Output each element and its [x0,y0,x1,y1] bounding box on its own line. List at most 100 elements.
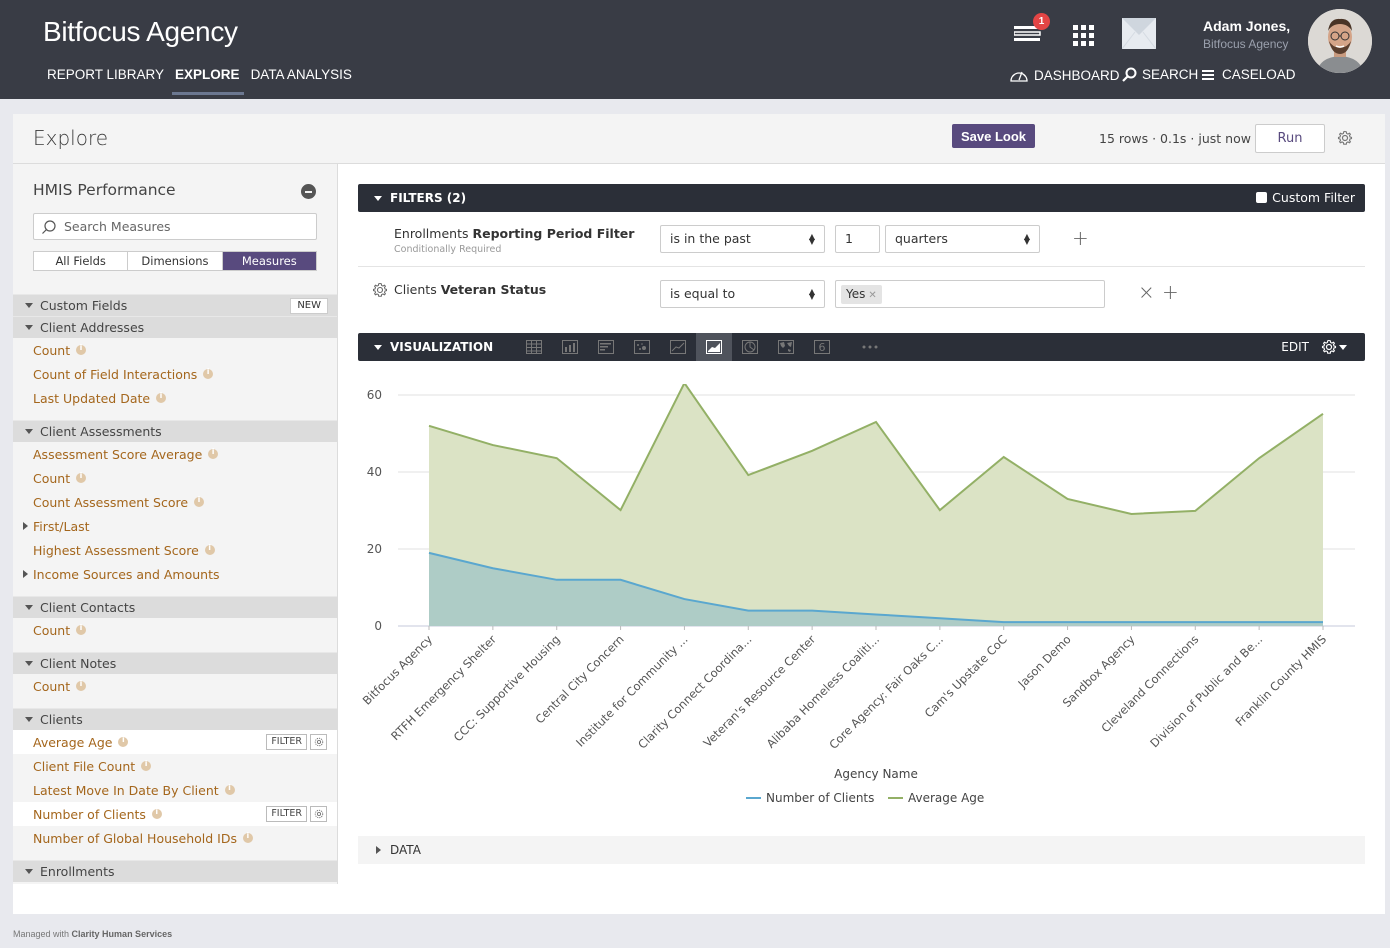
remove-chip-icon[interactable]: ✕ [868,290,876,301]
info-icon[interactable] [224,783,235,795]
nav-data-analysis[interactable]: DATA ANALYSIS [251,67,352,99]
legend-item[interactable]: Number of Clients [746,791,874,805]
group-clients[interactable]: Clients [13,708,337,730]
field-item[interactable]: Number of Global Household IDs [13,826,337,850]
user-avatar[interactable] [1308,9,1372,73]
filter-operator-select[interactable]: is in the past ▲ ▼ [660,225,825,253]
line-viz-icon[interactable] [660,333,696,361]
new-custom-field-button[interactable]: NEW [290,298,328,314]
search-measures-input[interactable] [33,213,317,240]
run-button[interactable]: Run [1255,124,1325,153]
field-item[interactable]: Client File Count [13,754,337,778]
custom-filter-toggle[interactable]: Custom Filter [1256,190,1355,205]
filter-by-field-button[interactable]: FILTER [266,734,307,750]
messages-button[interactable] [1121,18,1157,50]
tab-dimensions[interactable]: Dimensions [128,252,223,270]
visualization-section-header[interactable]: VISUALIZATION 6 EDIT [358,333,1365,361]
add-filter-condition-button[interactable]: + [1072,226,1089,250]
field-item[interactable]: Count [13,674,337,698]
area-viz-icon[interactable] [696,333,732,361]
x-tick-label: Institute for Community ... [573,632,690,749]
list-icon [1202,69,1214,80]
group-label: Client Notes [40,656,117,671]
field-item[interactable]: Latest Move In Date By Client [13,778,337,802]
data-section-header[interactable]: DATA [358,836,1365,864]
field-item[interactable]: Assessment Score Average [13,442,337,466]
scatter-viz-icon[interactable] [624,333,660,361]
table-viz-icon[interactable] [516,333,552,361]
filter-values-input[interactable]: Yes ✕ [835,280,1105,308]
field-item[interactable]: Count Assessment Score [13,490,337,514]
info-icon[interactable] [151,807,162,819]
user-name[interactable]: Adam Jones, [1203,18,1290,34]
field-group-income-sources[interactable]: Income Sources and Amounts [13,562,337,586]
field-options-button[interactable] [310,734,327,750]
group-client-contacts[interactable]: Client Contacts [13,596,337,618]
field-item-selected[interactable]: Number of Clients FILTER [13,802,337,826]
explore-settings-button[interactable] [1337,130,1353,150]
field-item[interactable]: Last Updated Date [13,386,337,410]
svg-text:6: 6 [819,341,826,354]
info-icon[interactable] [204,543,215,555]
field-item[interactable]: Count [13,338,337,362]
info-icon[interactable] [208,447,219,459]
info-icon[interactable] [76,679,87,691]
x-tick-label: Clarity Connect Coordina... [635,632,754,751]
pie-viz-icon[interactable] [732,333,768,361]
field-label: Last Updated Date [33,390,151,406]
group-client-assessments[interactable]: Client Assessments [13,420,337,442]
chart-legend: Number of Clients Average Age [746,791,984,805]
field-item[interactable]: Count [13,618,337,642]
single-value-viz-icon[interactable]: 6 [804,333,840,361]
field-item[interactable]: Count [13,466,337,490]
notifications-button[interactable]: 1 [1013,13,1050,46]
filter-view-name: Clients [394,282,437,297]
field-item[interactable]: Highest Assessment Score [13,538,337,562]
info-icon[interactable] [118,735,129,747]
group-enrollments[interactable]: Enrollments [13,860,337,882]
info-icon[interactable] [141,759,152,771]
save-look-button[interactable]: Save Look [952,124,1035,148]
info-icon[interactable] [194,495,205,507]
edit-visualization-button[interactable]: EDIT [1281,340,1309,354]
info-icon[interactable] [76,343,87,355]
info-icon[interactable] [156,391,167,403]
info-icon[interactable] [203,367,214,379]
nav-explore[interactable]: EXPLORE [172,67,244,99]
info-icon[interactable] [76,623,87,635]
field-list: Custom Fields NEW Client Addresses Count … [13,294,337,882]
custom-filter-checkbox[interactable] [1256,192,1268,203]
info-icon[interactable] [243,831,254,843]
subnav-search[interactable]: SEARCH [1122,67,1198,82]
filter-value-input[interactable]: 1 [835,225,880,253]
field-item-selected[interactable]: Average Age FILTER [13,730,337,754]
group-client-notes[interactable]: Client Notes [13,652,337,674]
more-viz-icon[interactable] [840,333,900,361]
group-client-addresses[interactable]: Client Addresses [13,316,337,338]
legend-item[interactable]: Average Age [888,791,984,805]
nav-report-library[interactable]: REPORT LIBRARY [47,67,164,99]
subnav-caseload[interactable]: CASELOAD [1202,67,1296,82]
remove-filter-button[interactable]: × [1138,280,1155,304]
apps-grid-button[interactable] [1073,25,1094,46]
filter-by-field-button[interactable]: FILTER [266,806,307,822]
group-custom-fields[interactable]: Custom Fields NEW [13,294,337,316]
visualization-settings-button[interactable] [1321,339,1347,355]
tab-measures[interactable]: Measures [222,252,316,270]
gear-icon [314,809,323,819]
info-icon[interactable] [76,471,87,483]
filter-unit-select[interactable]: quarters ▲ ▼ [885,225,1040,253]
field-item[interactable]: Count of Field Interactions [13,362,337,386]
add-filter-condition-button[interactable]: + [1162,280,1179,304]
subnav-dashboard[interactable]: DASHBOARD [1009,67,1120,83]
filter-options-button[interactable] [372,282,388,302]
filter-operator-select[interactable]: is equal to ▲ ▼ [660,280,825,308]
tab-all-fields[interactable]: All Fields [34,252,129,270]
map-viz-icon[interactable] [768,333,804,361]
filters-section-header[interactable]: FILTERS (2) Custom Filter [358,184,1365,212]
field-options-button[interactable] [310,806,327,822]
collapse-model-button[interactable] [301,184,316,199]
bar-viz-icon[interactable] [588,333,624,361]
field-group-first-last[interactable]: First/Last [13,514,337,538]
column-viz-icon[interactable] [552,333,588,361]
